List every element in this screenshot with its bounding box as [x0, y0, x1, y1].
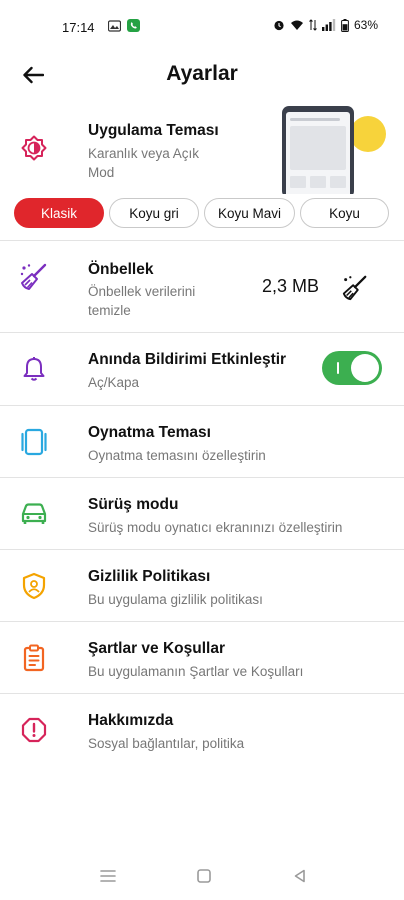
- player-theme-row[interactable]: Oynatma Teması Oynatma temasını özelleşt…: [0, 406, 404, 478]
- battery-icon: [341, 18, 349, 32]
- player-theme-subtitle: Oynatma temasını özelleştirin: [88, 448, 266, 463]
- cache-title: Önbellek: [88, 261, 154, 278]
- home-button[interactable]: [192, 864, 216, 888]
- terms-row[interactable]: Şartlar ve Koşullar Bu uygulamanın Şartl…: [0, 622, 404, 694]
- privacy-policy-subtitle: Bu uygulama gizlilik politikası: [88, 592, 263, 607]
- player-theme-icon: [18, 426, 50, 458]
- notifications-toggle[interactable]: [322, 351, 382, 385]
- bell-icon: [18, 353, 50, 385]
- status-time: 17:14: [62, 20, 95, 35]
- phone-theme-illustration: [282, 106, 386, 194]
- clipboard-icon: [18, 642, 50, 674]
- page-title: Ayarlar: [166, 62, 238, 85]
- cache-size: 2,3 MB: [262, 276, 320, 296]
- clear-cache-button[interactable]: [340, 273, 370, 303]
- theme-option-koyu-gri[interactable]: Koyu gri: [109, 198, 199, 228]
- privacy-policy-title: Gizlilik Politikası: [88, 568, 211, 585]
- info-octagon-icon: [18, 714, 50, 746]
- broom-icon: [342, 275, 367, 301]
- theme-option-koyu[interactable]: Koyu: [300, 198, 389, 228]
- status-bar: 17:14 63%: [0, 0, 404, 56]
- whatsapp-notification-icon: [127, 19, 140, 32]
- square-icon: [197, 869, 211, 883]
- theme-options: Klasik Koyu gri Koyu Mavi Koyu: [14, 198, 394, 228]
- triangle-back-icon: [294, 869, 305, 883]
- battery-percent: 63%: [353, 18, 378, 32]
- theme-title: Uygulama Teması: [88, 122, 219, 139]
- terms-title: Şartlar ve Koşullar: [88, 640, 225, 657]
- theme-brightness-icon: [18, 132, 50, 164]
- theme-subtitle: Karanlık veya Açık Mod: [88, 146, 200, 180]
- alarm-icon: [274, 20, 284, 31]
- player-theme-title: Oynatma Teması: [88, 424, 211, 441]
- broom-icon: [18, 261, 50, 293]
- driving-mode-title: Sürüş modu: [88, 496, 179, 513]
- status-notification-icons: [108, 19, 140, 32]
- app-bar: Ayarlar: [0, 56, 404, 96]
- menu-lines-icon: [100, 870, 116, 882]
- about-title: Hakkımızda: [88, 712, 174, 729]
- about-subtitle: Sosyal bağlantılar, politika: [88, 736, 245, 751]
- data-transfer-icon: [309, 19, 317, 31]
- system-nav-bar: [0, 852, 404, 900]
- notifications-title: Anında Bildirimi Etkinleştir: [88, 351, 287, 368]
- driving-mode-subtitle: Sürüş modu oynatıcı ekranınızı özelleşti…: [88, 520, 343, 535]
- shield-user-icon: [18, 570, 50, 602]
- driving-mode-row[interactable]: Sürüş modu Sürüş modu oynatıcı ekranınız…: [0, 478, 404, 550]
- car-icon: [18, 498, 50, 530]
- wifi-icon: [290, 20, 303, 30]
- terms-subtitle: Bu uygulamanın Şartlar ve Koşulları: [88, 664, 304, 679]
- signal-icon: [321, 19, 336, 31]
- about-row[interactable]: Hakkımızda Sosyal bağlantılar, politika: [0, 694, 404, 766]
- toggle-on-indicator: [337, 362, 339, 374]
- privacy-policy-row[interactable]: Gizlilik Politikası Bu uygulama gizlilik…: [0, 550, 404, 622]
- theme-option-koyu-mavi[interactable]: Koyu Mavi: [204, 198, 295, 228]
- recent-apps-button[interactable]: [96, 864, 120, 888]
- system-back-button[interactable]: [288, 864, 312, 888]
- status-right-group: 63%: [273, 18, 378, 32]
- toggle-knob: [351, 354, 379, 382]
- gallery-notification-icon: [108, 19, 121, 32]
- notifications-subtitle: Aç/Kapa: [88, 375, 140, 390]
- theme-option-klasik[interactable]: Klasik: [14, 198, 104, 228]
- cache-subtitle: Önbellek verilerini temizle: [88, 284, 196, 318]
